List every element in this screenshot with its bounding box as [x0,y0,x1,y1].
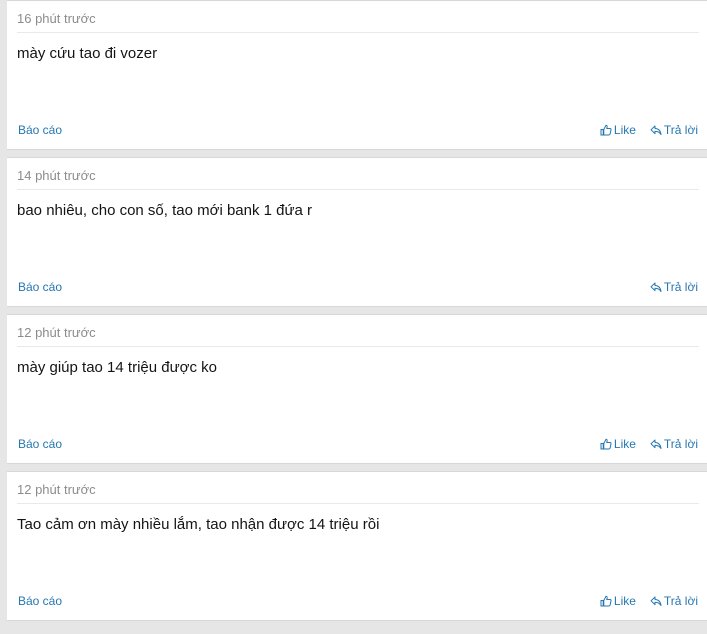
report-link[interactable]: Báo cáo [18,594,62,608]
post-actions: Trả lời [650,280,698,294]
post-footer: Báo cáo Trả lời [17,280,698,296]
post-actions: Like Trả lời [600,594,698,608]
post-footer: Báo cáo Like Trả lời [17,437,698,453]
reply-label: Trả lời [663,123,698,137]
post-timestamp[interactable]: 12 phút trước [17,325,96,340]
reply-label: Trả lời [663,594,698,608]
post-divider [17,346,699,347]
post: 16 phút trước mày cứu tao đi vozer Báo c… [7,0,707,150]
thumbs-up-icon [600,438,612,450]
like-label: Like [613,437,636,451]
like-button[interactable]: Like [600,437,636,451]
reply-label: Trả lời [663,437,698,451]
reply-button[interactable]: Trả lời [650,594,698,608]
post-divider [17,32,699,33]
post-footer: Báo cáo Like Trả lời [17,123,698,139]
post: 14 phút trước bao nhiêu, cho con số, tao… [7,157,707,307]
post-thread: 16 phút trước mày cứu tao đi vozer Báo c… [0,0,707,621]
reply-button[interactable]: Trả lời [650,280,698,294]
post-content: bao nhiêu, cho con số, tao mới bank 1 đứ… [17,202,313,219]
report-link[interactable]: Báo cáo [18,123,62,137]
reply-icon [650,596,662,606]
reply-icon [650,282,662,292]
like-button[interactable]: Like [600,123,636,137]
reply-label: Trả lời [663,280,698,294]
post-footer: Báo cáo Like Trả lời [17,594,698,610]
like-label: Like [613,594,636,608]
post-timestamp[interactable]: 14 phút trước [17,168,96,183]
post-timestamp[interactable]: 16 phút trước [17,11,96,26]
reply-icon [650,439,662,449]
report-link[interactable]: Báo cáo [18,280,62,294]
reply-button[interactable]: Trả lời [650,123,698,137]
thumbs-up-icon [600,124,612,136]
post-actions: Like Trả lời [600,123,698,137]
post: 12 phút trước mày giúp tao 14 triệu được… [7,314,707,464]
post-divider [17,189,699,190]
post-actions: Like Trả lời [600,437,698,451]
post-content: Tao cảm ơn mày nhiều lắm, tao nhận được … [17,516,380,533]
like-button[interactable]: Like [600,594,636,608]
reply-button[interactable]: Trả lời [650,437,698,451]
like-label: Like [613,123,636,137]
report-link[interactable]: Báo cáo [18,437,62,451]
post-content: mày cứu tao đi vozer [17,45,158,62]
post-content: mày giúp tao 14 triệu được ko [17,359,217,376]
reply-icon [650,125,662,135]
thumbs-up-icon [600,595,612,607]
post-divider [17,503,699,504]
post: 12 phút trước Tao cảm ơn mày nhiều lắm, … [7,471,707,621]
post-timestamp[interactable]: 12 phút trước [17,482,96,497]
